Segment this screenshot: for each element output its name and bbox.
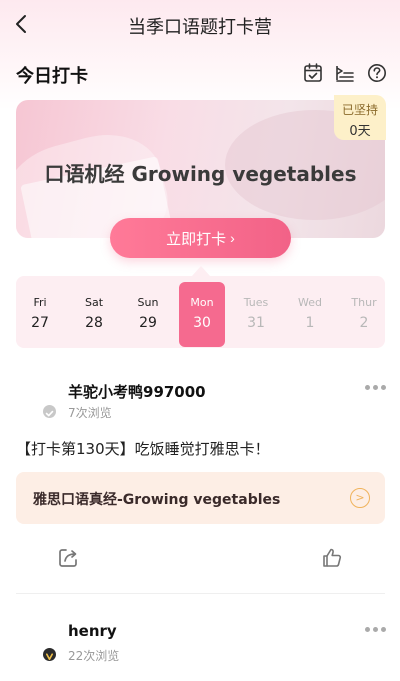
calendar-check-icon[interactable]: [302, 62, 324, 84]
more-icon[interactable]: [365, 385, 387, 391]
streak-label: 已坚持: [341, 103, 378, 117]
verified-badge-icon: [43, 648, 56, 661]
day-date: 31: [247, 315, 265, 331]
day-date: 29: [139, 315, 157, 331]
day-name: Sat: [84, 296, 104, 309]
topic-title: 雅思口语真经-Growing vegetables: [33, 492, 281, 508]
date-item[interactable]: Tues 31: [233, 282, 279, 348]
date-pointer: [192, 266, 210, 276]
date-item[interactable]: Fri 27: [17, 282, 63, 348]
section-title: 今日打卡: [16, 66, 88, 87]
post-username[interactable]: henry: [68, 622, 117, 640]
topic-card[interactable]: 雅思口语真经-Growing vegetables >: [16, 472, 385, 524]
checkin-button[interactable]: 立即打卡 ›: [110, 218, 291, 258]
post-username[interactable]: 羊驼小考鸭997000: [68, 381, 206, 402]
day-name: Fri: [33, 296, 47, 309]
day-date: 30: [193, 315, 211, 331]
nav-bar: 当季口语题打卡营: [0, 0, 400, 50]
chevron-right-circle-icon: >: [350, 488, 370, 508]
date-item[interactable]: Wed 1: [287, 282, 333, 348]
day-name: Wed: [298, 296, 322, 309]
streak-value: 0天: [349, 124, 371, 139]
checkin-label: 立即打卡: [166, 230, 227, 248]
day-name: Thur: [351, 296, 377, 309]
day-date: 2: [359, 315, 369, 331]
day-name: Sun: [137, 296, 159, 309]
post-views: 7次浏览: [68, 406, 112, 420]
day-date: 1: [305, 315, 315, 331]
streak-badge: 已坚持 0天: [334, 95, 386, 140]
day-date: 27: [31, 315, 49, 331]
more-icon[interactable]: [365, 627, 387, 633]
divider: [16, 593, 385, 594]
date-item-selected[interactable]: Mon 30: [179, 282, 225, 347]
page-title: 当季口语题打卡营: [128, 17, 272, 38]
banner-title: 口语机经 Growing vegetables: [44, 162, 357, 186]
day-name: Mon: [190, 296, 214, 309]
share-icon[interactable]: [56, 546, 80, 570]
date-item[interactable]: Sun 29: [125, 282, 171, 348]
verified-badge-icon: [43, 405, 56, 418]
date-strip: Fri 27 Sat 28 Sun 29 Mon 30 Tues 31 Wed …: [16, 276, 385, 348]
like-icon[interactable]: [320, 546, 344, 570]
day-date: 28: [85, 315, 103, 331]
list-icon[interactable]: [334, 62, 356, 84]
help-circle-icon[interactable]: [366, 62, 388, 84]
chevron-right-icon: ›: [230, 230, 235, 246]
post-text: 【打卡第130天】吃饭睡觉打雅思卡！: [16, 440, 270, 458]
day-name: Tues: [243, 296, 269, 309]
date-item[interactable]: Thur 2: [341, 282, 387, 348]
date-item[interactable]: Sat 28: [71, 282, 117, 348]
post-views: 22次浏览: [68, 649, 120, 663]
